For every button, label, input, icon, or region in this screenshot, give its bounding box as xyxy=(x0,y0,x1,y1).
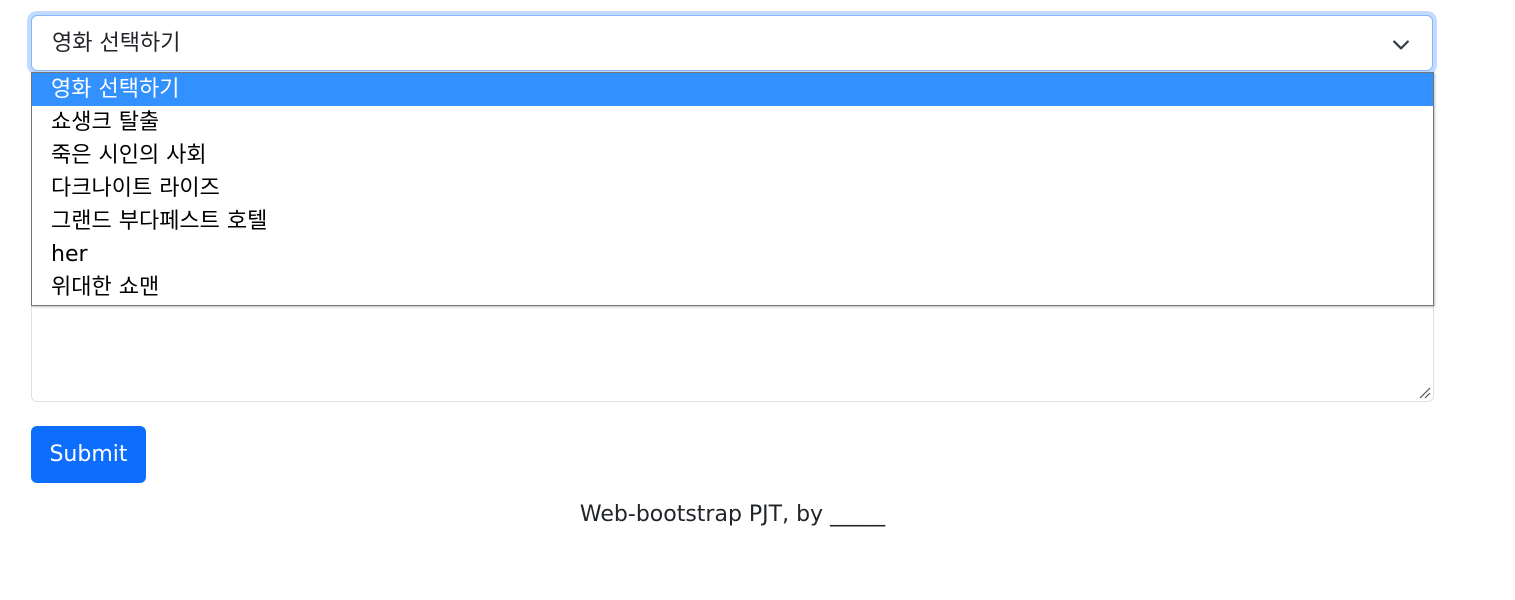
option-greatest-showman[interactable]: 위대한 쇼맨 xyxy=(32,271,1433,304)
option-dead-poets-society[interactable]: 죽은 시인의 사회 xyxy=(32,139,1433,172)
submit-button[interactable]: Submit xyxy=(31,426,146,483)
option-shawshank[interactable]: 쇼생크 탈출 xyxy=(32,106,1433,139)
chevron-down-icon xyxy=(1393,40,1409,50)
resize-grip-icon[interactable] xyxy=(1417,385,1431,399)
movie-select[interactable]: 영화 선택하기 xyxy=(31,15,1433,71)
movie-select-dropdown: 영화 선택하기 쇼생크 탈출 죽은 시인의 사회 다크나이트 라이즈 그랜드 부… xyxy=(31,72,1434,306)
page: 영화 선택하기 영화 선택하기 쇼생크 탈출 죽은 시인의 사회 다크나이트 라… xyxy=(0,0,1515,600)
option-her[interactable]: her xyxy=(32,238,1433,271)
movie-select-value: 영화 선택하기 xyxy=(52,31,181,56)
option-select-movie[interactable]: 영화 선택하기 xyxy=(32,73,1433,106)
footer-text: Web-bootstrap PJT, by _____ xyxy=(579,502,886,527)
option-dark-knight-rises[interactable]: 다크나이트 라이즈 xyxy=(32,172,1433,205)
option-grand-budapest-hotel[interactable]: 그랜드 부다페스트 호텔 xyxy=(32,205,1433,238)
